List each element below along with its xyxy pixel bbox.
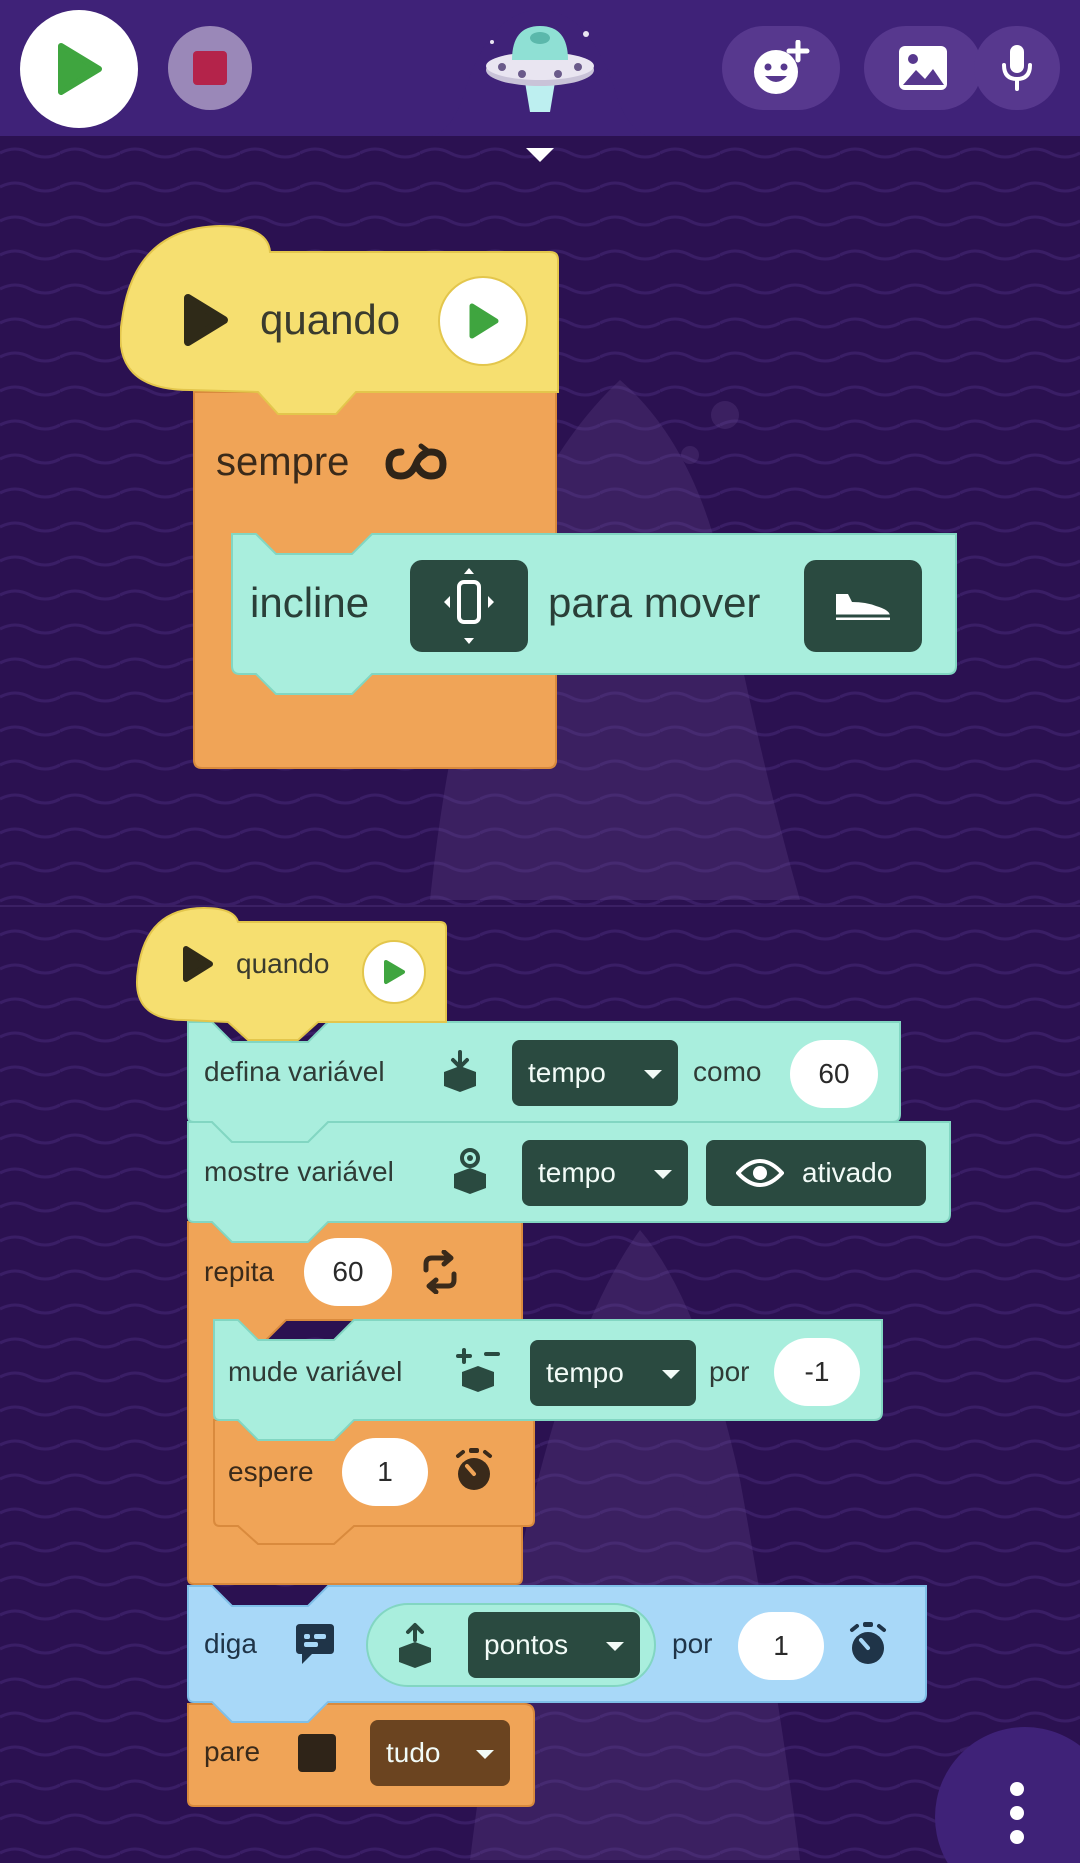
chevron-down-icon[interactable] <box>524 146 556 164</box>
set-variable-value-input[interactable]: 60 <box>790 1040 878 1108</box>
caret-down-icon <box>654 1170 672 1179</box>
visibility-toggle[interactable]: ativado <box>706 1140 926 1206</box>
hat-play-badge <box>438 276 528 366</box>
repeat-label: repita <box>204 1256 275 1287</box>
hat-block-label: quando <box>236 948 330 979</box>
wait-block[interactable]: espere <box>228 1452 314 1492</box>
hat-block-when-play[interactable]: quando <box>180 282 400 358</box>
show-variable-block[interactable]: mostre variável <box>204 1152 394 1192</box>
variable-dropdown-value: tempo <box>528 1057 606 1088</box>
variable-dropdown[interactable]: tempo <box>530 1340 696 1406</box>
variable-dropdown[interactable]: tempo <box>522 1140 688 1206</box>
play-icon <box>183 946 213 982</box>
stop-label: pare <box>204 1736 261 1767</box>
change-variable-label: mude variável <box>228 1356 403 1387</box>
stop-block[interactable]: pare <box>204 1732 260 1772</box>
eye-icon <box>736 1159 784 1187</box>
backdrop-button[interactable] <box>864 26 982 110</box>
sound-record-button[interactable] <box>974 26 1060 110</box>
stopwatch-icon <box>850 1622 886 1664</box>
tilt-suffix: para mover <box>548 572 760 634</box>
say-for-label: por <box>672 1628 713 1659</box>
variable-dropdown-value: tempo <box>538 1157 616 1188</box>
say-block[interactable]: diga <box>204 1624 257 1664</box>
add-emoji-icon <box>754 40 810 94</box>
tilt-input[interactable] <box>410 560 528 652</box>
set-variable-as-label: como <box>693 1056 762 1087</box>
caret-down-icon <box>644 1070 662 1079</box>
show-variable-label: mostre variável <box>204 1156 394 1187</box>
caret-down-icon <box>476 1750 494 1759</box>
caret-down-icon <box>606 1642 624 1651</box>
tilt-suffix-label: para mover <box>548 579 761 626</box>
stop-button[interactable] <box>168 26 252 110</box>
more-vertical-icon <box>1010 1782 1024 1844</box>
say-seconds-input[interactable]: 1 <box>738 1612 824 1680</box>
stop-option-dropdown[interactable]: tudo <box>370 1720 510 1786</box>
stopwatch-icon <box>456 1448 492 1490</box>
play-icon <box>184 294 228 346</box>
shoe-icon <box>836 594 890 620</box>
caret-down-icon <box>662 1370 680 1379</box>
variable-dropdown[interactable]: pontos <box>468 1612 640 1678</box>
variable-get-icon <box>399 1623 431 1668</box>
phone-tilt-icon <box>444 568 494 644</box>
variable-dropdown-value: tempo <box>546 1357 624 1388</box>
play-icon <box>384 960 405 984</box>
repeat-count-input[interactable]: 60 <box>304 1238 392 1306</box>
change-variable-by: por <box>709 1352 749 1392</box>
set-variable-as: como <box>693 1052 761 1092</box>
play-icon <box>58 43 102 95</box>
say-for: por <box>672 1624 712 1664</box>
infinity-loop-icon <box>385 443 447 480</box>
repeat-block[interactable]: repita <box>204 1252 274 1292</box>
repeat-icon <box>423 1250 457 1294</box>
set-variable-block[interactable]: defina variável <box>204 1052 385 1092</box>
hat-play-badge <box>362 940 426 1004</box>
change-variable-by-label: por <box>709 1356 750 1387</box>
wait-label: espere <box>228 1456 314 1487</box>
tilt-label: incline <box>250 579 370 626</box>
ufo-mascot-icon[interactable] <box>482 12 598 118</box>
set-variable-label: defina variável <box>204 1056 385 1087</box>
run-button[interactable] <box>20 10 138 128</box>
stop-square-icon <box>298 1734 336 1772</box>
play-icon <box>469 303 499 339</box>
image-icon <box>899 46 947 90</box>
variable-dropdown-value: pontos <box>484 1629 569 1660</box>
change-variable-block[interactable]: mude variável <box>228 1352 402 1392</box>
stop-icon <box>193 51 227 85</box>
wait-seconds-input[interactable]: 1 <box>342 1438 428 1506</box>
say-label: diga <box>204 1628 257 1659</box>
variable-set-icon <box>444 1050 476 1092</box>
variable-dropdown[interactable]: tempo <box>512 1040 678 1106</box>
visibility-toggle-label: ativado <box>802 1157 893 1188</box>
variable-show-icon <box>454 1148 486 1194</box>
forever-label: sempre <box>216 439 350 484</box>
top-toolbar <box>0 0 1080 136</box>
hat-block-when-play-2[interactable]: quando <box>180 942 329 986</box>
microphone-icon <box>1002 45 1032 91</box>
forever-block[interactable]: sempre <box>216 432 447 492</box>
hat-block-label: quando <box>260 296 401 343</box>
stop-option-value: tudo <box>386 1737 441 1768</box>
tilt-to-move-block[interactable]: incline <box>250 572 369 634</box>
variable-change-icon <box>456 1348 500 1392</box>
change-variable-value-input[interactable]: -1 <box>774 1338 860 1406</box>
speech-bubble-icon <box>296 1624 334 1664</box>
movement-type-input[interactable] <box>804 560 922 652</box>
add-sprite-button[interactable] <box>722 26 840 110</box>
